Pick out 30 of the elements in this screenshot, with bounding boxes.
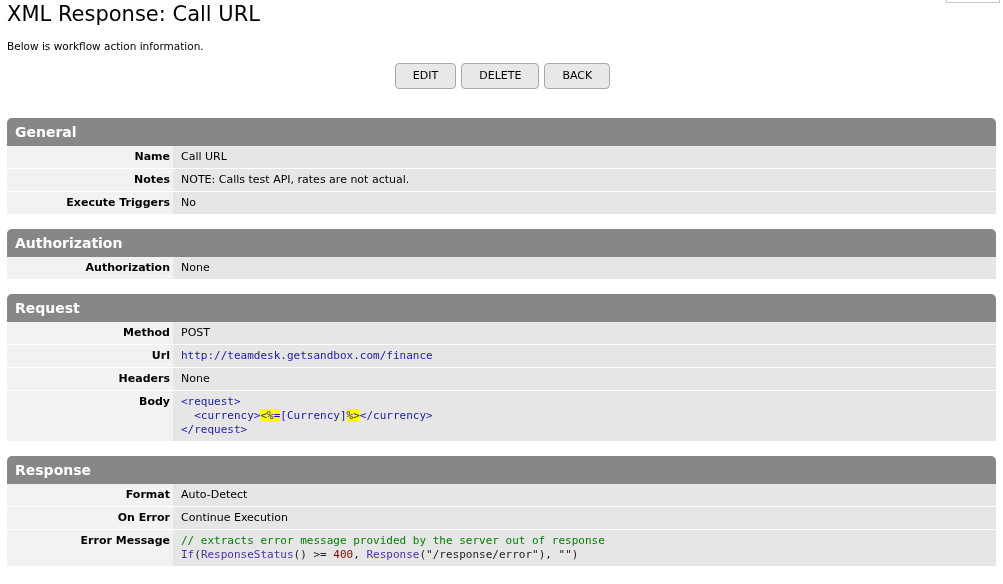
field-value: NOTE: Calls test API, rates are not actual. xyxy=(173,169,996,191)
field-label: Url xyxy=(7,345,173,367)
field-value: No xyxy=(173,192,996,214)
section-header: General xyxy=(7,118,996,146)
url-value: http://teamdesk.getsandbox.com/finance xyxy=(173,345,996,367)
action-button[interactable]: BACK xyxy=(544,63,611,89)
field-value: None xyxy=(173,368,996,390)
field-label: Body xyxy=(7,391,173,441)
section-header: Response xyxy=(7,456,996,484)
action-button[interactable]: EDIT xyxy=(394,63,457,89)
code-block: // extracts error message provided by the server out of response If(ResponseStatus() >= 400, Response("/response/error"), "") xyxy=(173,530,996,566)
field-value: Call URL xyxy=(173,146,996,168)
field-value: Continue Execution xyxy=(173,507,996,529)
field-label: Headers xyxy=(7,368,173,390)
field-label: Authorization xyxy=(7,257,173,279)
field-label: Error Message xyxy=(7,530,173,566)
field-label: Notes xyxy=(7,169,173,191)
field-value: POST xyxy=(173,322,996,344)
field-label: Name xyxy=(7,146,173,168)
field-label: Execute Triggers xyxy=(7,192,173,214)
page-title: XML Response: Call URL xyxy=(7,1,261,28)
field-label: Format xyxy=(7,484,173,506)
field-label: On Error xyxy=(7,507,173,529)
field-value: Auto-Detect xyxy=(173,484,996,506)
field-value: None xyxy=(173,257,996,279)
page-description: Below is workflow action information. xyxy=(7,39,205,53)
field-label: Method xyxy=(7,322,173,344)
section-header: Request xyxy=(7,294,996,322)
section-header: Authorization xyxy=(7,229,996,257)
action-button[interactable]: DELETE xyxy=(461,63,540,89)
